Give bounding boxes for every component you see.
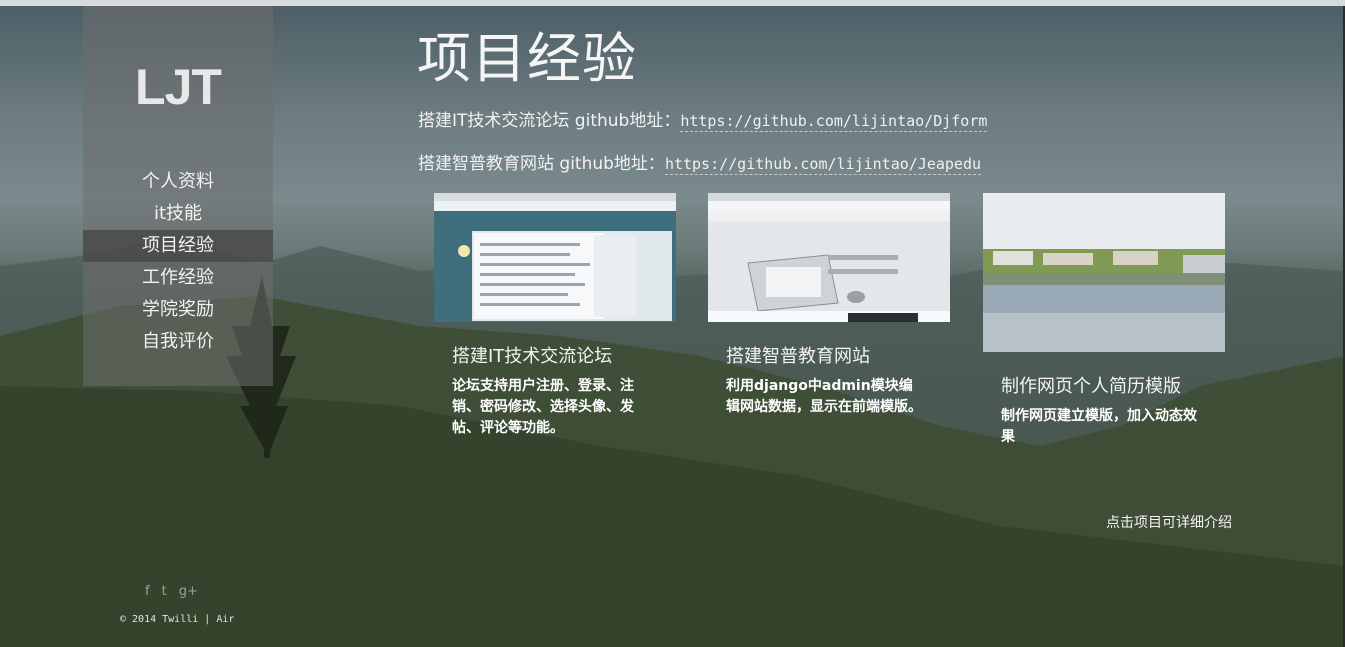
- nav-menu: 个人资料 it技能 项目经验 工作经验 学院奖励 自我评价: [83, 166, 273, 358]
- footer-copyright: © 2014 Twilli | Air: [120, 614, 235, 625]
- github-link-row-forum: 搭建IT技术交流论坛 github地址：https://github.com/l…: [418, 106, 988, 132]
- nav-item-projects[interactable]: 项目经验: [83, 230, 273, 262]
- github-link-forum[interactable]: https://github.com/lijintao/Djform: [680, 112, 988, 132]
- github-link-label: 搭建智普教育网站 github地址：: [418, 154, 665, 174]
- project-description: 制作网页建立模版，加入动态效果: [1001, 408, 1197, 445]
- project-card-resume[interactable]: 制作网页个人简历模版 制作网页建立模版，加入动态效果: [983, 193, 1225, 448]
- project-title: 制作网页个人简历模版: [1001, 376, 1181, 397]
- social-links: f t g+: [145, 584, 198, 599]
- project-thumbnail-edu[interactable]: [708, 193, 950, 322]
- project-description: 利用django中admin模块编辑网站数据，显示在前端模版。: [726, 378, 922, 415]
- github-link-label: 搭建IT技术交流论坛 github地址：: [418, 111, 681, 131]
- github-link-edu[interactable]: https://github.com/lijintao/Jeapedu: [664, 155, 982, 175]
- project-thumbnail-resume[interactable]: [983, 193, 1225, 352]
- nav-item-awards[interactable]: 学院奖励: [83, 294, 273, 326]
- nav-item-work-experience[interactable]: 工作经验: [83, 262, 273, 294]
- project-thumbnail-forum[interactable]: [434, 193, 676, 322]
- logo: LJT: [135, 59, 222, 115]
- facebook-icon[interactable]: f: [145, 584, 150, 599]
- details-hint: 点击项目可详细介绍: [1106, 515, 1232, 531]
- sidebar: LJT 个人资料 it技能 项目经验 工作经验 学院奖励 自我评价: [83, 6, 273, 386]
- project-description: 论坛支持用户注册、登录、注销、密码修改、选择头像、发帖、评论等功能。: [452, 378, 634, 436]
- project-card-edu[interactable]: 搭建智普教育网站 利用django中admin模块编辑网站数据，显示在前端模版。: [708, 193, 950, 418]
- nav-item-it-skills[interactable]: it技能: [83, 198, 273, 230]
- twitter-icon[interactable]: t: [162, 584, 167, 599]
- project-title: 搭建IT技术交流论坛: [452, 346, 613, 367]
- nav-item-self-evaluation[interactable]: 自我评价: [83, 326, 273, 358]
- nav-item-profile[interactable]: 个人资料: [83, 166, 273, 198]
- github-link-row-edu: 搭建智普教育网站 github地址：https://github.com/lij…: [418, 149, 982, 175]
- project-card-forum[interactable]: 搭建IT技术交流论坛 论坛支持用户注册、登录、注销、密码修改、选择头像、发帖、评…: [434, 193, 676, 439]
- page-title: 项目经验: [417, 27, 637, 90]
- google-plus-icon[interactable]: g+: [179, 584, 198, 599]
- project-title: 搭建智普教育网站: [726, 346, 870, 367]
